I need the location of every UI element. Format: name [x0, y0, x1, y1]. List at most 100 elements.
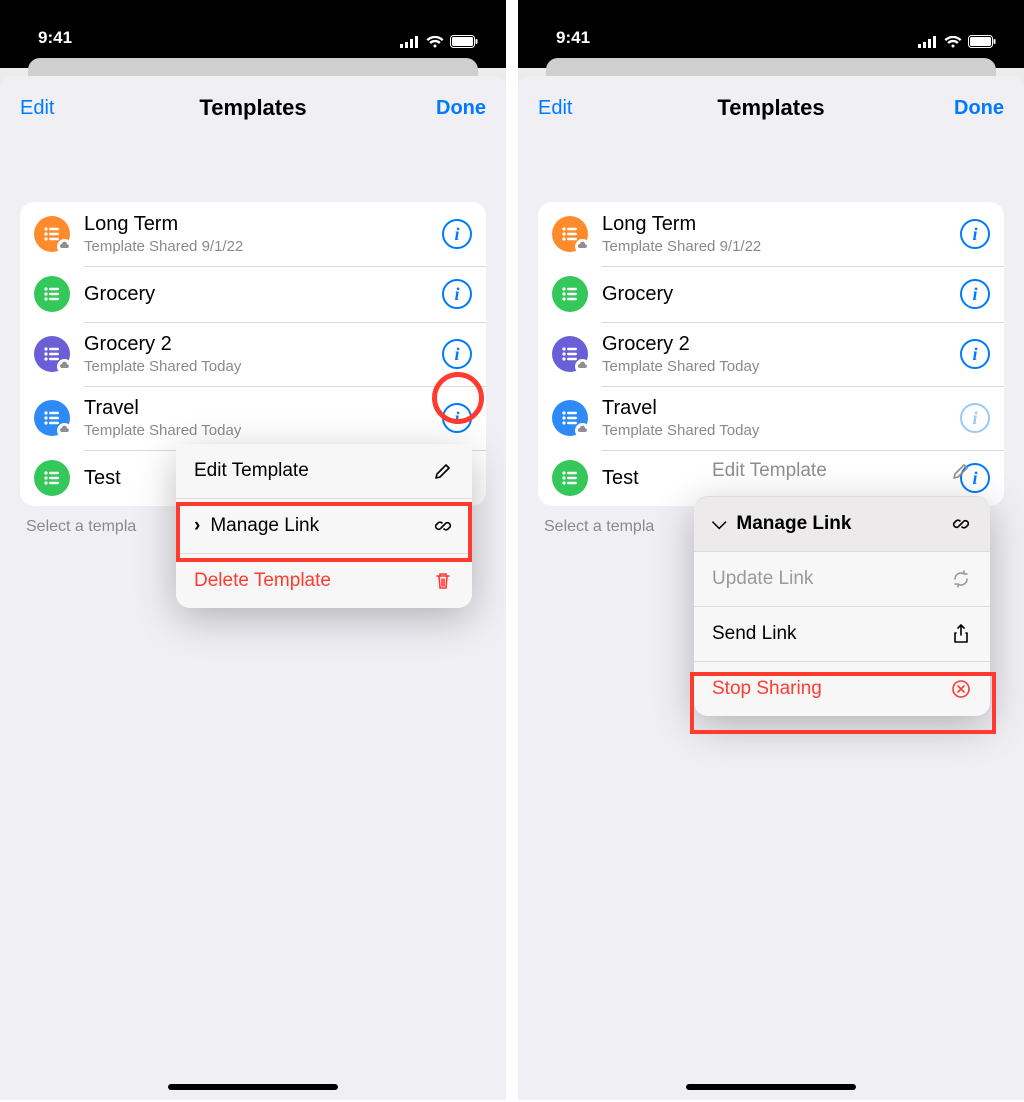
template-texts: Grocery — [84, 282, 442, 306]
template-row[interactable]: Travel Template Shared Today i — [538, 386, 1004, 450]
templates-list: Long Term Template Shared 9/1/22 i Groce… — [538, 202, 1004, 506]
submenu-update-link[interactable]: Update Link — [694, 551, 990, 606]
shared-cloud-badge-icon — [575, 239, 590, 254]
menu-delete-label: Delete Template — [194, 570, 331, 592]
list-icon — [34, 400, 70, 436]
circle-x-icon — [950, 679, 972, 699]
list-icon — [34, 276, 70, 312]
page-title: Templates — [518, 95, 1024, 121]
template-subtitle: Template Shared 9/1/22 — [84, 238, 442, 256]
sheet-peek — [0, 56, 506, 68]
template-title: Long Term — [84, 212, 442, 236]
template-title: Long Term — [602, 212, 960, 236]
cellular-icon — [400, 36, 420, 48]
trash-icon — [432, 571, 454, 591]
home-indicator — [168, 1084, 338, 1090]
info-button[interactable]: i — [442, 403, 472, 433]
shared-cloud-badge-icon — [57, 359, 72, 374]
context-menu: Edit Template › Manage Link Delete Templ… — [176, 444, 472, 608]
battery-icon — [450, 35, 478, 48]
submenu-header-label: Manage Link — [736, 513, 851, 535]
manage-link-submenu: Edit Template ⌵ Manage Link Update Link — [694, 496, 990, 716]
shared-cloud-badge-icon — [575, 423, 590, 438]
navbar: Edit Templates Done — [518, 82, 1024, 134]
template-title: Travel — [602, 396, 960, 420]
link-icon — [432, 516, 454, 536]
submenu-stop-sharing[interactable]: Stop Sharing — [694, 661, 990, 716]
template-texts: Long Term Template Shared 9/1/22 — [602, 212, 960, 256]
menu-edit-template[interactable]: Edit Template — [176, 444, 472, 498]
template-title: Grocery — [84, 282, 442, 306]
edit-button[interactable]: Edit — [538, 97, 572, 120]
chevron-down-icon: ⌵ — [712, 513, 726, 535]
menu-delete-template[interactable]: Delete Template — [176, 553, 472, 608]
modal-sheet: Edit Templates Done Long Term Template S… — [0, 76, 506, 1100]
status-time: 9:41 — [38, 28, 72, 48]
phone-screenshot-left: 9:41 Edit Templates Done Long Term — [0, 0, 506, 1100]
status-icons — [400, 35, 478, 48]
list-icon — [552, 216, 588, 252]
share-icon — [950, 624, 972, 644]
info-button[interactable]: i — [960, 279, 990, 309]
template-row[interactable]: Grocery 2 Template Shared Today i — [20, 322, 486, 386]
phone-screenshot-right: 9:41 Edit Templates Done Long Term — [518, 0, 1024, 1100]
info-button[interactable]: i — [442, 339, 472, 369]
submenu-update-label: Update Link — [712, 568, 813, 590]
list-icon — [552, 460, 588, 496]
template-texts: Travel Template Shared Today — [602, 396, 960, 440]
info-button[interactable]: i — [442, 219, 472, 249]
template-title: Grocery 2 — [84, 332, 442, 356]
menu-edit-label: Edit Template — [194, 460, 309, 482]
template-texts: Long Term Template Shared 9/1/22 — [84, 212, 442, 256]
template-subtitle: Template Shared 9/1/22 — [602, 238, 960, 256]
template-row[interactable]: Long Term Template Shared 9/1/22 i — [20, 202, 486, 266]
template-row[interactable]: Grocery i — [538, 266, 1004, 322]
template-row[interactable]: Long Term Template Shared 9/1/22 i — [538, 202, 1004, 266]
template-row[interactable]: Travel Template Shared Today i — [20, 386, 486, 450]
template-title: Grocery 2 — [602, 332, 960, 356]
template-title: Travel — [84, 396, 442, 420]
template-title: Test — [602, 466, 960, 490]
template-texts: Grocery — [602, 282, 960, 306]
status-bar: 9:41 — [0, 0, 506, 56]
info-button[interactable]: i — [960, 339, 990, 369]
template-title: Grocery — [602, 282, 960, 306]
status-icons — [918, 35, 996, 48]
cellular-icon — [918, 36, 938, 48]
wifi-icon — [944, 36, 962, 48]
menu-manage-label: Manage Link — [210, 515, 319, 537]
info-button[interactable]: i — [960, 463, 990, 493]
link-icon — [950, 514, 972, 534]
info-button[interactable]: i — [442, 279, 472, 309]
shared-cloud-badge-icon — [575, 359, 590, 374]
template-row[interactable]: Grocery 2 Template Shared Today i — [538, 322, 1004, 386]
status-time: 9:41 — [556, 28, 590, 48]
sheet-peek — [518, 56, 1024, 68]
info-button[interactable]: i — [960, 403, 990, 433]
modal-sheet: Edit Templates Done Long Term Template S… — [518, 76, 1024, 1100]
menu-manage-link[interactable]: › Manage Link — [176, 498, 472, 553]
template-subtitle: Template Shared Today — [602, 358, 960, 376]
done-button[interactable]: Done — [954, 97, 1004, 120]
submenu-send-link[interactable]: Send Link — [694, 606, 990, 661]
list-icon — [34, 216, 70, 252]
template-subtitle: Template Shared Today — [84, 358, 442, 376]
list-icon — [552, 276, 588, 312]
template-texts: Travel Template Shared Today — [84, 396, 442, 440]
template-row[interactable]: Grocery i — [20, 266, 486, 322]
list-icon — [34, 460, 70, 496]
done-button[interactable]: Done — [436, 97, 486, 120]
list-icon — [552, 336, 588, 372]
info-button[interactable]: i — [960, 219, 990, 249]
submenu-send-label: Send Link — [712, 623, 797, 645]
refresh-icon — [950, 569, 972, 589]
list-icon — [552, 400, 588, 436]
edit-button[interactable]: Edit — [20, 97, 54, 120]
shared-cloud-badge-icon — [57, 423, 72, 438]
submenu-header-manage-link[interactable]: ⌵ Manage Link — [694, 496, 990, 551]
submenu-stop-label: Stop Sharing — [712, 678, 822, 700]
template-texts: Grocery 2 Template Shared Today — [84, 332, 442, 376]
home-indicator — [686, 1084, 856, 1090]
battery-icon — [968, 35, 996, 48]
template-subtitle: Template Shared Today — [84, 422, 442, 440]
